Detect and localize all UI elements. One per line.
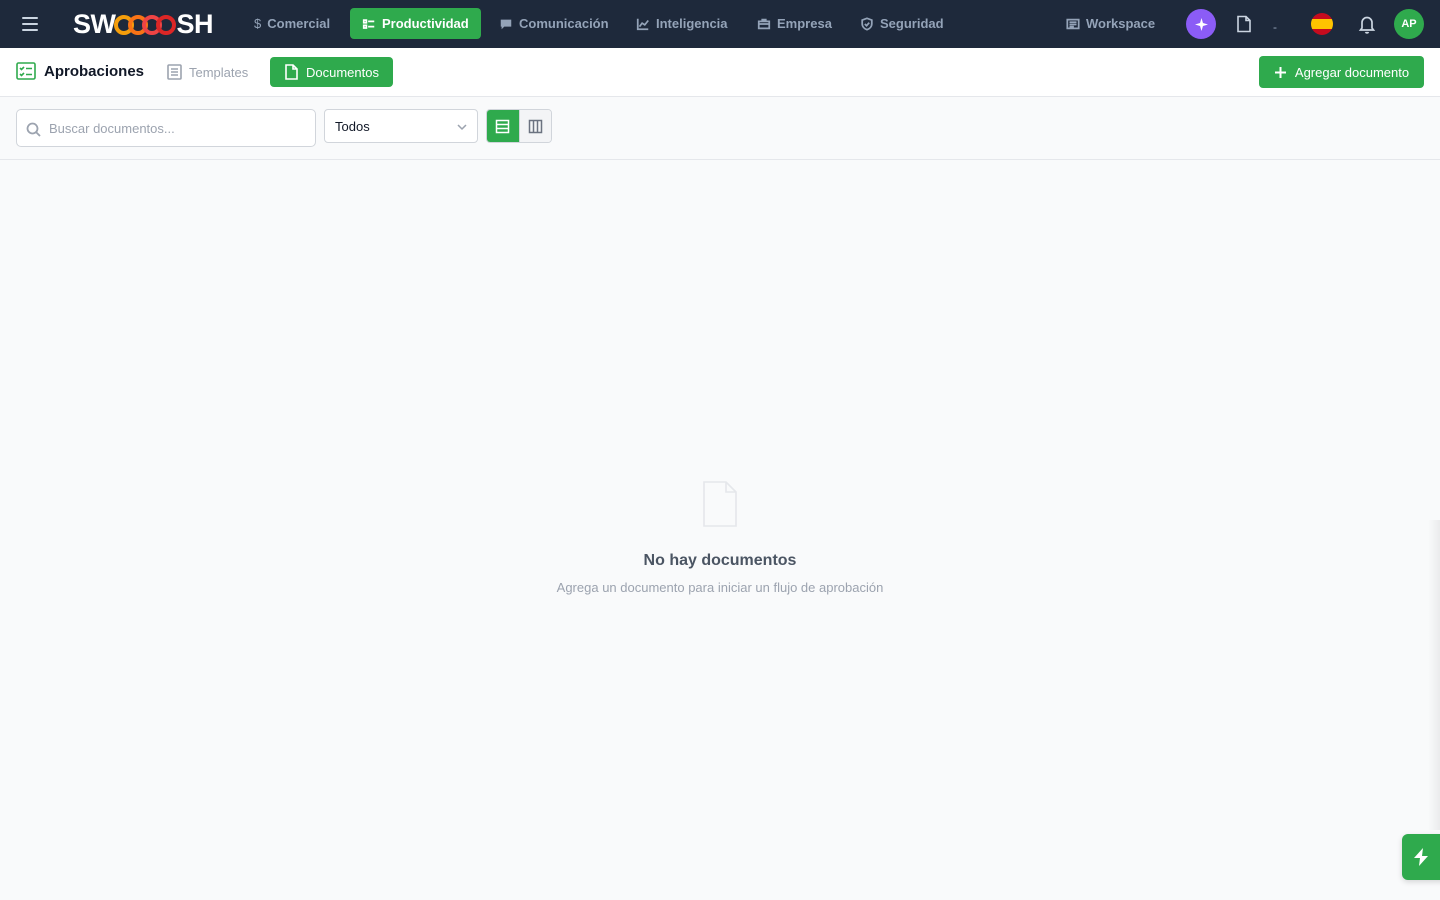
tab-label: Documentos [306, 64, 379, 80]
search-box [16, 109, 316, 147]
empty-state-title: No hay documentos [643, 552, 797, 569]
filter-toolbar: Todos [0, 97, 1440, 160]
tab-documentos[interactable]: Documentos [270, 57, 393, 87]
template-icon [167, 64, 182, 80]
user-avatar[interactable]: AP [1394, 9, 1424, 39]
add-document-button[interactable]: Agregar documento [1259, 56, 1424, 88]
dollar-icon: $ [254, 16, 262, 31]
spain-flag-icon[interactable] [1311, 13, 1333, 35]
nav-item-empresa[interactable]: Empresa [745, 8, 844, 39]
nav-item-label: Comunicación [519, 16, 609, 31]
page-title-text: Aprobaciones [44, 62, 145, 80]
list-view-button[interactable] [487, 110, 519, 142]
chart-line-icon [636, 18, 649, 30]
search-input[interactable] [17, 110, 315, 146]
view-mode-toggle [486, 109, 552, 143]
document-icon [285, 64, 298, 80]
sparkle-icon [1194, 17, 1208, 31]
approvals-checklist-icon [16, 62, 36, 80]
section-header: Aprobaciones Templates Documentos Agrega… [0, 48, 1440, 97]
ai-assistant-button[interactable] [1186, 9, 1216, 39]
empty-state-subtitle: Agrega un documento para iniciar un fluj… [556, 580, 884, 595]
status-filter-select[interactable]: Todos [324, 109, 478, 143]
plus-icon [1274, 66, 1286, 78]
nav-item-label: Productividad [382, 16, 469, 31]
nav-item-label: Inteligencia [656, 16, 728, 31]
workspace-icon [1066, 18, 1080, 29]
empty-document-icon [702, 480, 738, 528]
shield-icon [861, 16, 873, 31]
search-icon [26, 122, 41, 137]
select-value: Todos [335, 118, 370, 134]
bell-icon[interactable] [1358, 14, 1376, 34]
nav-item-label: Comercial [267, 16, 331, 31]
page-title: Aprobaciones [16, 62, 144, 80]
briefcase-icon [757, 18, 771, 29]
nav-item-comercial[interactable]: $ Comercial [242, 8, 342, 39]
list-view-icon [496, 119, 510, 133]
tab-label: Templates [189, 64, 249, 80]
workspace-button[interactable]: Workspace [1054, 8, 1167, 39]
side-panel-shadow [1428, 520, 1440, 830]
lightning-icon [1414, 848, 1428, 866]
swoooosh-logo[interactable]: SW SH [72, 9, 214, 39]
hamburger-menu-icon[interactable] [22, 14, 42, 34]
add-document-label: Agregar documento [1294, 64, 1410, 80]
checklist-icon [362, 18, 375, 29]
document-icon[interactable] [1236, 15, 1252, 33]
quick-actions-button[interactable] [1402, 834, 1440, 880]
nav-item-productividad[interactable]: Productividad [350, 8, 481, 39]
nav-item-comunicacion[interactable]: Comunicación [487, 8, 621, 39]
nav-item-seguridad[interactable]: Seguridad [848, 8, 956, 39]
nav-item-label: Empresa [777, 16, 832, 31]
separator: - [1273, 20, 1277, 34]
columns-view-icon [528, 119, 543, 133]
workspace-label: Workspace [1086, 16, 1156, 31]
nav-item-label: Seguridad [880, 16, 944, 31]
tab-templates[interactable]: Templates [153, 57, 262, 87]
chat-icon [500, 19, 512, 29]
nav-item-inteligencia[interactable]: Inteligencia [624, 8, 740, 39]
board-view-button[interactable] [518, 110, 551, 142]
top-navigation-bar: SW SH $ Comercial Productividad Comunica… [0, 0, 1440, 48]
chevron-down-icon [457, 124, 467, 131]
